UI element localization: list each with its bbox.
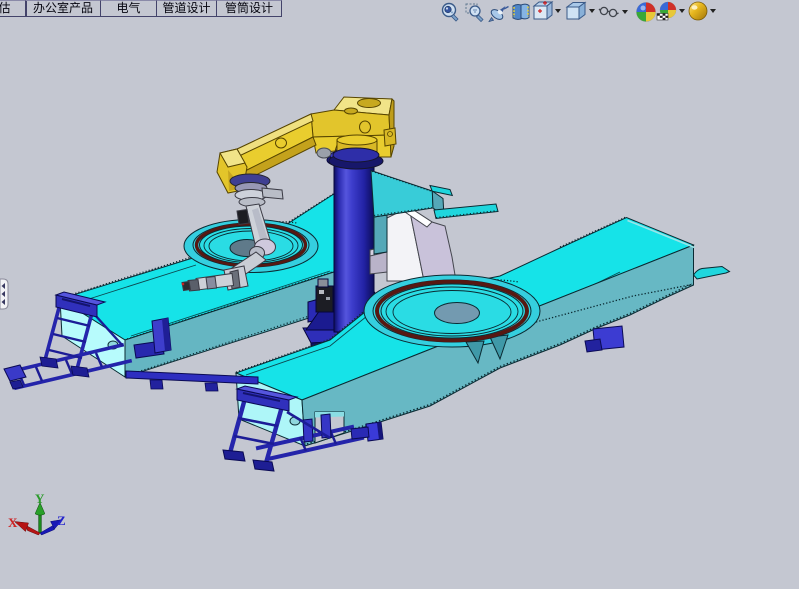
svg-text:Z: Z: [57, 513, 66, 528]
svg-text:X: X: [8, 515, 18, 530]
svg-text:Y: Y: [35, 491, 45, 506]
